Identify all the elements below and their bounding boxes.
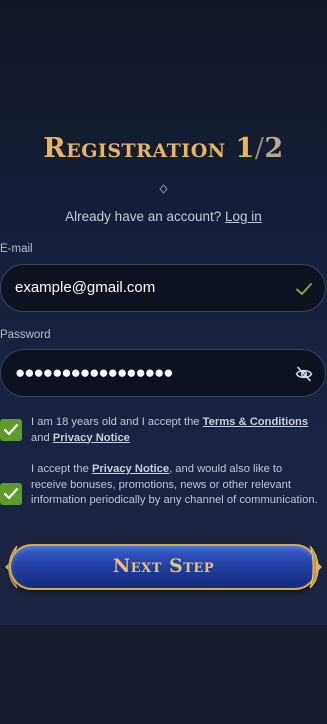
marketing-consent-text: I accept the Privacy Notice, and would a… [31,462,321,509]
terms-link[interactable]: Terms & Conditions [203,416,308,428]
next-step-button[interactable]: Next Step [3,542,324,592]
email-field[interactable]: example@gmail.com [0,264,326,312]
privacy-notice-link[interactable]: Privacy Notice [92,463,169,475]
email-label: E-mail [0,243,33,255]
age-consent-text-2: and [31,431,53,444]
login-prompt: Already have an account? Log in [0,209,327,224]
page-background [0,0,327,625]
eye-slash-icon[interactable] [295,365,313,383]
login-prompt-text: Already have an account? [65,209,222,224]
checkbox-check-icon [3,487,19,500]
marketing-consent-checkbox[interactable] [0,483,22,505]
title-main: Registration 1 [43,133,255,164]
password-value[interactable]: ●●●●●●●●●●●●●●●●● [15,363,174,383]
age-consent-checkbox[interactable] [0,419,22,441]
age-consent-text-1: I am 18 years old and I accept the [31,416,203,428]
checkmark-icon [296,283,312,295]
checkbox-check-icon [3,423,19,436]
page-background-bottom [0,625,327,724]
age-consent-text: I am 18 years old and I accept the Terms… [31,415,321,446]
email-value[interactable]: example@gmail.com [15,279,155,296]
privacy-link[interactable]: Privacy Notice [53,432,130,444]
password-field[interactable]: ●●●●●●●●●●●●●●●●● [0,349,326,397]
password-label: Password [0,329,51,341]
title-slash: / [254,133,265,164]
login-link[interactable]: Log in [225,209,262,224]
ornament-divider [20,184,307,194]
title-total: 2 [264,133,284,164]
next-step-label: Next Step [112,555,215,577]
marketing-consent-text-1: I accept the [31,463,92,475]
page-title: Registration 1/2 [0,133,327,164]
